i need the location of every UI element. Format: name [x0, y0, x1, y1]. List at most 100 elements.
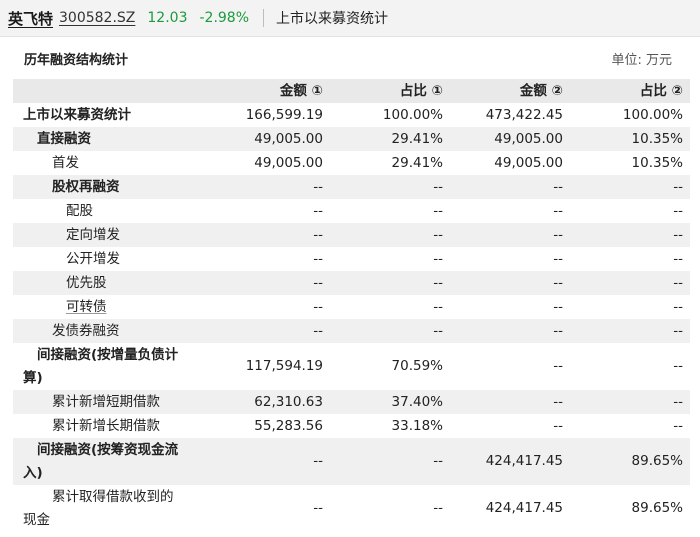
cell-amount-1: 62,310.63 — [219, 390, 330, 414]
cell-ratio-1: -- — [433, 203, 443, 219]
row-label-line-1: 累计取得借款收到的 — [52, 488, 174, 505]
cell-ratio-2: -- — [570, 223, 690, 247]
table-row: 直接融资 49,005.00 29.41% 49,005.00 10.35% — [13, 127, 690, 151]
stock-change: -2.98% — [199, 10, 250, 26]
table-row: 发债券融资 -- -- -- -- — [13, 319, 690, 343]
cell-ratio-1: -- — [330, 438, 450, 485]
col-header-label — [13, 79, 219, 103]
table-row: 股权再融资 -- -- -- -- — [13, 175, 690, 199]
cell-amount-1: -- — [313, 251, 323, 267]
cell-amount-2: -- — [553, 418, 563, 434]
cell-ratio-1: 33.18% — [391, 418, 443, 434]
cell-ratio-2: -- — [570, 390, 690, 414]
table-row: 配股 -- -- -- -- — [13, 199, 690, 223]
row-label: 可转债 — [13, 295, 219, 319]
cell-ratio-2: 89.65% — [631, 500, 683, 516]
cell-ratio-1: -- — [330, 319, 450, 343]
stock-name-link[interactable]: 英飞特 — [8, 8, 53, 29]
cell-amount-2: 424,417.45 — [485, 500, 563, 516]
cell-amount-1: -- — [313, 500, 323, 516]
table-row: 累计新增短期借款 62,310.63 37.40% -- -- — [13, 390, 690, 414]
row-label: 定向增发 — [13, 223, 219, 247]
header-divider — [263, 9, 265, 27]
table-row: 间接融资(按筹资现金流入) -- -- 424,417.45 89.65% — [13, 438, 690, 485]
cell-amount-2: 473,422.45 — [485, 107, 563, 123]
cell-amount-2: -- — [553, 299, 563, 315]
cell-ratio-2: -- — [570, 319, 690, 343]
row-label-line-1: 间接融资(按筹资现金流 — [37, 441, 179, 458]
row-label: 累计新增长期借款 — [52, 418, 160, 434]
cell-ratio-2: -- — [673, 358, 683, 374]
cell-amount-1: -- — [219, 319, 330, 343]
cell-amount-2: -- — [450, 223, 570, 247]
cell-ratio-2: -- — [673, 251, 683, 267]
table-row: 定向增发 -- -- -- -- — [13, 223, 690, 247]
cell-ratio-1: -- — [330, 271, 450, 295]
cell-amount-2: -- — [450, 390, 570, 414]
cell-ratio-1: 29.41% — [391, 155, 443, 171]
cell-ratio-2: -- — [673, 299, 683, 315]
row-label-text: 可转债 — [66, 299, 107, 315]
cell-ratio-2: -- — [673, 418, 683, 434]
cell-amount-1: -- — [313, 299, 323, 315]
financing-table: 金额 ① 占比 ① 金额 ② 占比 ② 上市以来募资统计 166,599.19 … — [13, 79, 690, 532]
cell-amount-1: 49,005.00 — [254, 155, 323, 171]
cell-amount-1: -- — [219, 175, 330, 199]
cell-amount-1: 117,594.19 — [245, 358, 323, 374]
row-label: 上市以来募资统计 — [23, 107, 131, 123]
cell-ratio-1: -- — [433, 500, 443, 516]
row-label: 间接融资(按增量负债计 算) — [13, 343, 219, 390]
cell-ratio-2: 10.35% — [631, 155, 683, 171]
cell-amount-2: -- — [553, 358, 563, 374]
row-label: 公开增发 — [66, 251, 120, 267]
cell-amount-1: -- — [219, 438, 330, 485]
row-label-line-2: 现金 — [23, 511, 50, 528]
cell-ratio-1: 100.00% — [382, 107, 443, 123]
row-label: 直接融资 — [13, 127, 219, 151]
cell-amount-2: -- — [450, 175, 570, 199]
col-header-amount-2: 金额 ② — [450, 79, 570, 103]
col-header-ratio-2: 占比 ② — [570, 79, 690, 103]
section-title: 历年融资结构统计 — [24, 52, 129, 68]
table-row: 可转债 -- -- -- -- — [13, 295, 690, 319]
table-row: 优先股 -- -- -- -- — [13, 271, 690, 295]
cell-ratio-1: -- — [433, 299, 443, 315]
cell-amount-1: 49,005.00 — [219, 127, 330, 151]
cell-amount-2: 49,005.00 — [450, 127, 570, 151]
row-label: 股权再融资 — [13, 175, 219, 199]
row-label-line-2: 入) — [23, 464, 43, 481]
cell-amount-2: -- — [450, 319, 570, 343]
stock-code-link[interactable]: 300582.SZ — [59, 10, 135, 26]
col-header-ratio-1: 占比 ① — [330, 79, 450, 103]
cell-ratio-2: 89.65% — [570, 438, 690, 485]
table-row: 累计取得借款收到的 现金 -- -- 424,417.45 89.65% — [13, 485, 690, 532]
cell-ratio-1: 70.59% — [391, 358, 443, 374]
row-label: 发债券融资 — [13, 319, 219, 343]
table-row: 上市以来募资统计 166,599.19 100.00% 473,422.45 1… — [13, 103, 690, 127]
financing-panel: 历年融资结构统计 单位: 万元 金额 ① 占比 ① 金额 ② 占比 ② 上市以来… — [0, 37, 700, 532]
cell-amount-1: -- — [313, 203, 323, 219]
cell-ratio-1: 37.40% — [330, 390, 450, 414]
col-header-amount-1: 金额 ① — [219, 79, 330, 103]
cell-amount-2: 424,417.45 — [450, 438, 570, 485]
cell-amount-1: 55,283.56 — [254, 418, 323, 434]
cell-ratio-2: -- — [570, 271, 690, 295]
cell-amount-2: -- — [450, 271, 570, 295]
table-header-row: 金额 ① 占比 ① 金额 ② 占比 ② — [13, 79, 690, 103]
section-header: 历年融资结构统计 单位: 万元 — [0, 37, 700, 79]
cell-amount-1: -- — [219, 271, 330, 295]
table-row: 间接融资(按增量负债计 算) 117,594.19 70.59% -- -- — [13, 343, 690, 390]
row-label: 优先股 — [13, 271, 219, 295]
cell-ratio-1: 29.41% — [330, 127, 450, 151]
cell-ratio-1: -- — [433, 251, 443, 267]
page-title: 上市以来募资统计 — [276, 11, 389, 27]
cell-amount-2: -- — [553, 203, 563, 219]
row-label-line-2: 算) — [23, 369, 43, 386]
row-label: 间接融资(按筹资现金流入) — [13, 438, 219, 485]
cell-amount-2: -- — [553, 251, 563, 267]
cell-amount-1: -- — [219, 223, 330, 247]
table-row: 累计新增长期借款 55,283.56 33.18% -- -- — [13, 414, 690, 438]
cell-ratio-1: -- — [330, 175, 450, 199]
cell-ratio-2: 100.00% — [622, 107, 683, 123]
table-row: 公开增发 -- -- -- -- — [13, 247, 690, 271]
